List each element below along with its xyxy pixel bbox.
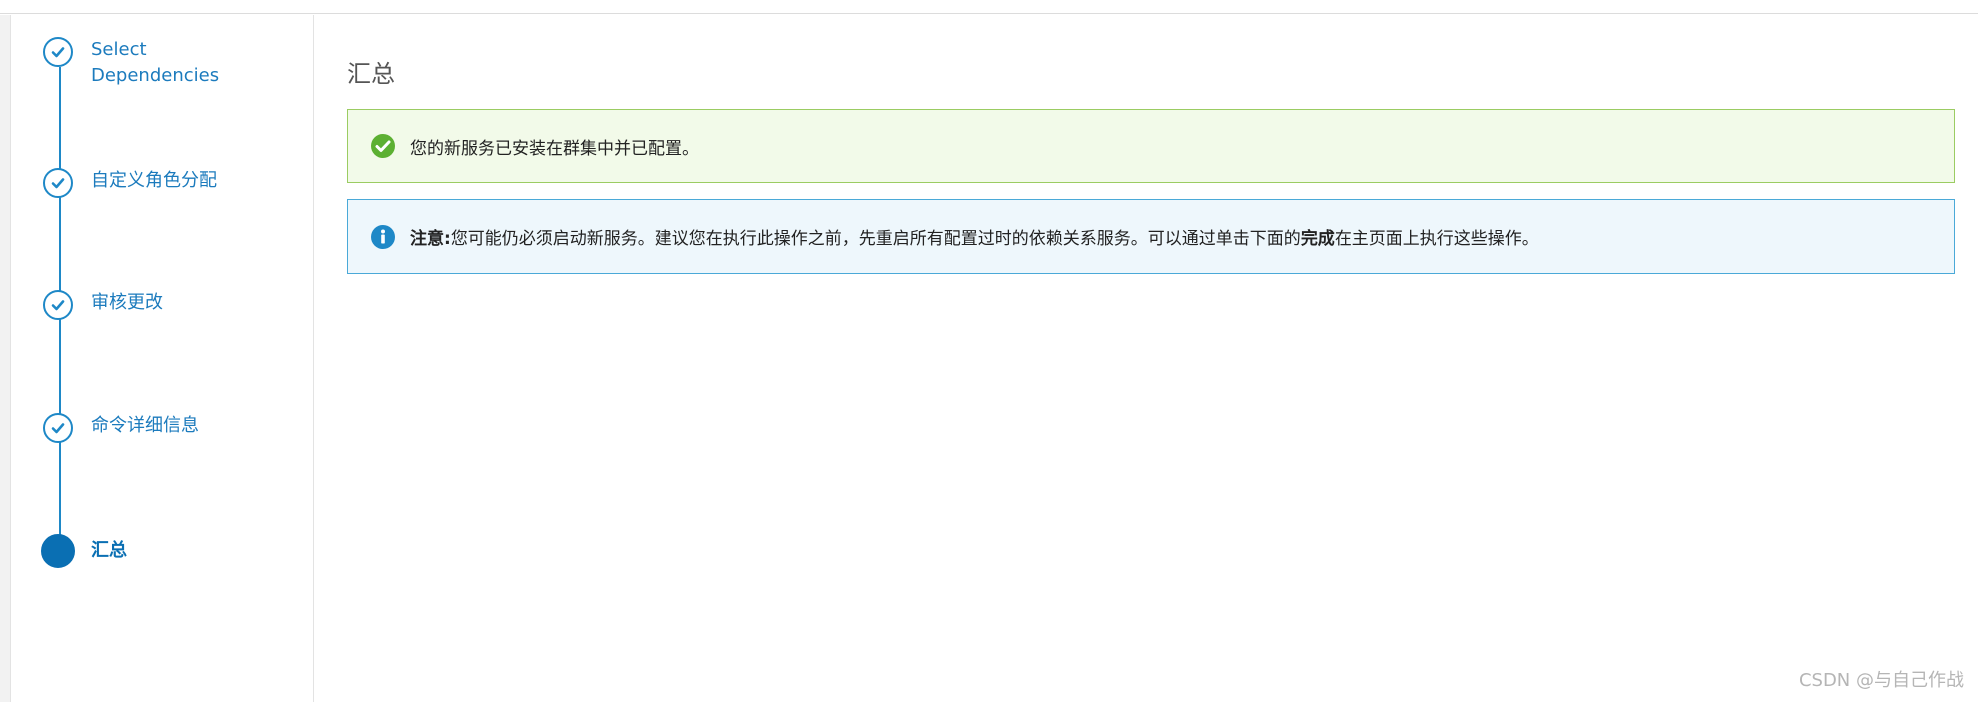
current-step-dot-icon (41, 534, 75, 568)
success-alert: 您的新服务已安装在群集中并已配置。 (347, 109, 1955, 183)
step-label: 命令详细信息 (91, 415, 199, 436)
step-custom-role-assignment[interactable]: 自定义角色分配 (43, 168, 281, 198)
step-select-dependencies[interactable]: Select Dependencies (43, 37, 281, 89)
info-alert-bold-finish: 完成 (1300, 229, 1335, 249)
wizard-page: Select Dependencies 自定义角色分配 审核更改 命令详细信息 … (0, 0, 1978, 702)
info-alert-text: 注意:您可能仍必须启动新服务。建议您在执行此操作之前，先重启所有配置过时的依赖关… (410, 224, 1539, 249)
step-label: 自定义角色分配 (91, 170, 217, 191)
step-command-details[interactable]: 命令详细信息 (43, 413, 281, 443)
step-label: 审核更改 (91, 292, 163, 313)
info-alert: 注意:您可能仍必须启动新服务。建议您在执行此操作之前，先重启所有配置过时的依赖关… (347, 199, 1955, 274)
main-content: 汇总 您的新服务已安装在群集中并已配置。 注意:您可能仍必须启动新服务。建议您在… (315, 15, 1978, 702)
info-alert-label: 注意: (410, 229, 451, 249)
step-label: Select Dependencies (91, 37, 281, 89)
wizard-steps-sidebar: Select Dependencies 自定义角色分配 审核更改 命令详细信息 … (11, 15, 314, 702)
page-title: 汇总 (347, 60, 395, 88)
step-label: 汇总 (91, 540, 127, 561)
info-alert-text-after: 在主页面上执行这些操作。 (1334, 229, 1539, 249)
info-alert-text-before: 您可能仍必须启动新服务。建议您在执行此操作之前，先重启所有配置过时的依赖关系服务… (450, 229, 1301, 249)
step-label-line2: Dependencies (91, 65, 220, 86)
step-check-icon (43, 37, 73, 67)
check-circle-icon (371, 134, 395, 158)
step-summary[interactable]: 汇总 (41, 534, 281, 568)
step-label-line1: Select (91, 39, 147, 60)
top-border (0, 0, 1978, 14)
step-check-icon (43, 290, 73, 320)
step-check-icon (43, 168, 73, 198)
step-check-icon (43, 413, 73, 443)
info-circle-icon (371, 224, 395, 249)
left-gutter (0, 15, 11, 702)
watermark: CSDN @与自己作战 (1798, 670, 1964, 691)
success-alert-text: 您的新服务已安装在群集中并已配置。 (410, 138, 699, 159)
step-review-changes[interactable]: 审核更改 (43, 290, 281, 320)
